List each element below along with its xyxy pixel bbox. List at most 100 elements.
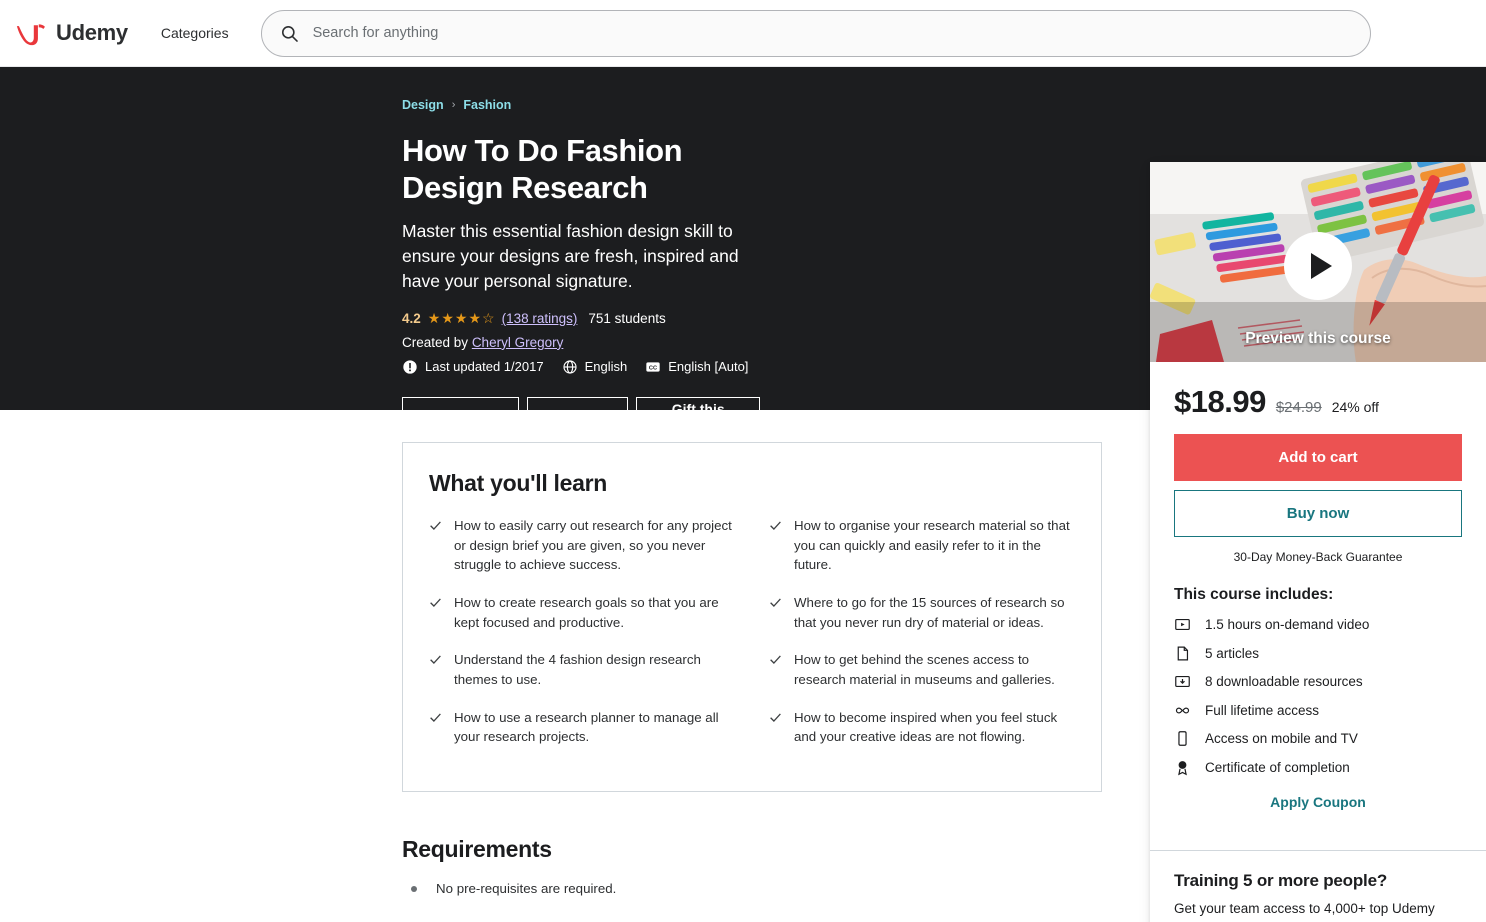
list-item: How to use a research planner to manage … bbox=[429, 708, 735, 747]
preview-course-label: Preview this course bbox=[1245, 330, 1391, 347]
star-filled-icon: ★ bbox=[468, 310, 482, 327]
buy-now-button[interactable]: Buy now bbox=[1174, 490, 1462, 537]
purchase-card-body: $18.99 $24.99 24% off Add to cart Buy no… bbox=[1150, 362, 1486, 832]
add-to-cart-button[interactable]: Add to cart bbox=[1174, 434, 1462, 481]
course-meta-row: Last updated 1/2017 English CC English [… bbox=[402, 359, 760, 375]
breadcrumb-item-fashion[interactable]: Fashion bbox=[463, 98, 511, 112]
training-title: Training 5 or more people? bbox=[1174, 870, 1388, 890]
heart-icon bbox=[484, 410, 500, 425]
team-training-block: Training 5 or more people? Get your team… bbox=[1150, 851, 1486, 922]
play-triangle-icon bbox=[1310, 253, 1332, 279]
star-filled-icon: ★ bbox=[427, 310, 441, 327]
what-you-will-learn-title: What you'll learn bbox=[429, 470, 608, 496]
globe-icon bbox=[562, 360, 577, 374]
ratings-count-link[interactable]: (138 ratings) bbox=[502, 311, 578, 326]
include-label: Certificate of completion bbox=[1205, 759, 1350, 775]
list-item: 1.5 hours on-demand video bbox=[1174, 616, 1462, 633]
star-empty-icon: ☆ bbox=[482, 310, 495, 327]
include-label: 5 articles bbox=[1205, 645, 1260, 661]
search-bar[interactable] bbox=[260, 9, 1371, 57]
creator-row: Created by Cheryl Gregory bbox=[402, 335, 760, 350]
discount-percentage: 24% off bbox=[1331, 399, 1379, 415]
checkmark-icon bbox=[770, 713, 781, 722]
star-filled-icon: ★ bbox=[441, 310, 454, 327]
what-you-will-learn-box: What you'll learn How to easily carry ou… bbox=[402, 442, 1102, 793]
star-rating-icons: ★ ★ ★ ★ ☆ bbox=[428, 311, 495, 325]
gift-label: Gift this course bbox=[671, 401, 725, 434]
objective-text: Understand the 4 fashion design research… bbox=[454, 652, 701, 688]
search-icon bbox=[281, 25, 298, 42]
course-purchase-sidebar: Preview this course $18.99 $24.99 24% of… bbox=[1150, 162, 1486, 922]
current-price: $18.99 bbox=[1174, 384, 1266, 419]
breadcrumb-item-design[interactable]: Design bbox=[402, 98, 444, 112]
rating-row: 4.2 ★ ★ ★ ★ ☆ (138 ratings) 751 students bbox=[402, 311, 760, 326]
udemy-u-icon bbox=[16, 23, 45, 45]
instructor-link[interactable]: Cheryl Gregory bbox=[472, 335, 564, 350]
share-button[interactable]: Share bbox=[526, 396, 629, 438]
list-item: 8 downloadable resources bbox=[1174, 673, 1462, 690]
requirements-list: No pre-requisites are required. bbox=[402, 879, 1150, 899]
objective-text: How to create research goals so that you… bbox=[454, 595, 719, 630]
course-preview-thumbnail[interactable]: Preview this course bbox=[1150, 162, 1486, 362]
language-meta: English bbox=[562, 359, 628, 375]
checkmark-icon bbox=[770, 598, 781, 607]
students-count: 751 students bbox=[588, 310, 666, 326]
share-arrow-icon bbox=[594, 411, 610, 423]
training-description: Get your team access to 4,000+ top Udemy… bbox=[1174, 900, 1435, 922]
infinity-icon bbox=[1175, 706, 1190, 714]
requirements-title: Requirements bbox=[402, 836, 552, 863]
list-item: How to create research goals so that you… bbox=[429, 593, 735, 632]
objective-text: How to use a research planner to manage … bbox=[454, 709, 719, 745]
share-label: Share bbox=[544, 409, 584, 426]
star-filled-icon: ★ bbox=[454, 310, 468, 327]
objective-text: How to easily carry out research for any… bbox=[454, 518, 732, 573]
course-includes-list: 1.5 hours on-demand video 5 articles 8 d… bbox=[1174, 616, 1462, 776]
language-text: English bbox=[584, 359, 628, 375]
gift-course-button[interactable]: Gift this course bbox=[636, 396, 760, 438]
course-includes-title: This course includes: bbox=[1174, 586, 1334, 603]
play-button[interactable] bbox=[1284, 232, 1352, 300]
include-label: Access on mobile and TV bbox=[1205, 731, 1358, 746]
checkmark-icon bbox=[430, 713, 441, 722]
checkmark-icon bbox=[770, 655, 781, 665]
list-item: How to easily carry out research for any… bbox=[429, 516, 735, 575]
categories-menu[interactable]: Categories bbox=[161, 25, 229, 41]
checkmark-icon bbox=[430, 655, 441, 665]
list-item: How to get behind the scenes access to r… bbox=[769, 650, 1075, 689]
created-by-label: Created by bbox=[402, 334, 469, 350]
rating-value: 4.2 bbox=[402, 310, 421, 326]
breadcrumb: Design › Fashion bbox=[402, 98, 760, 112]
include-label: 8 downloadable resources bbox=[1205, 674, 1363, 689]
include-label: 1.5 hours on-demand video bbox=[1205, 617, 1370, 632]
captions-meta: CC English [Auto] bbox=[645, 359, 748, 375]
list-item: Certificate of completion bbox=[1174, 759, 1462, 776]
download-box-icon bbox=[1175, 675, 1190, 688]
breadcrumb-separator-icon: › bbox=[451, 99, 456, 111]
course-hero-section: Design › Fashion How To Do Fashion Desig… bbox=[0, 67, 1486, 922]
list-item: How to organise your research material s… bbox=[769, 516, 1075, 575]
udemy-logo[interactable]: Udemy bbox=[14, 17, 128, 50]
list-item: Understand the 4 fashion design research… bbox=[429, 650, 735, 689]
checkmark-icon bbox=[430, 598, 441, 607]
include-label: Full lifetime access bbox=[1205, 702, 1320, 718]
money-back-guarantee-text: 30-Day Money-Back Guarantee bbox=[1233, 550, 1403, 564]
search-input[interactable] bbox=[312, 25, 1352, 41]
article-file-icon bbox=[1177, 646, 1189, 660]
course-subtitle: Master this essential fashion design ski… bbox=[402, 221, 739, 292]
last-updated-meta: Last updated 1/2017 bbox=[402, 359, 544, 375]
checkmark-icon bbox=[770, 521, 781, 530]
learning-objectives-grid: How to easily carry out research for any… bbox=[429, 516, 1075, 765]
objective-text: Where to go for the 15 sources of resear… bbox=[794, 595, 1065, 630]
checkmark-icon bbox=[430, 521, 441, 530]
wishlist-button[interactable]: Wishlist bbox=[402, 396, 519, 438]
svg-text:CC: CC bbox=[649, 365, 657, 371]
main-content: What you'll learn How to easily carry ou… bbox=[0, 410, 1150, 922]
video-play-icon bbox=[1175, 618, 1190, 631]
info-circle-icon bbox=[403, 360, 417, 374]
original-price: $24.99 bbox=[1275, 399, 1322, 416]
last-updated-text: Last updated 1/2017 bbox=[425, 359, 544, 375]
list-item: Full lifetime access bbox=[1174, 702, 1462, 719]
list-item: 5 articles bbox=[1174, 645, 1462, 662]
apply-coupon-link[interactable]: Apply Coupon bbox=[1174, 794, 1462, 810]
objective-text: How to become inspired when you feel stu… bbox=[794, 709, 1058, 745]
